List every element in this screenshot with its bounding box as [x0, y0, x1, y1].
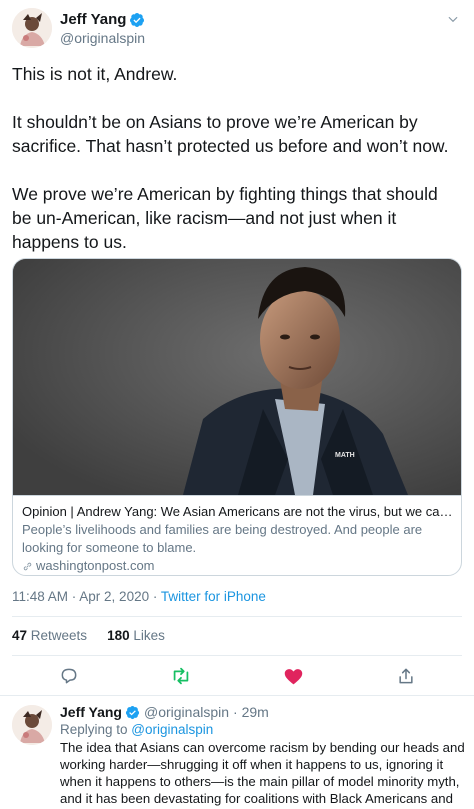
author-handle[interactable]: @originalspin [60, 30, 145, 46]
retweets-label: Retweets [27, 628, 88, 643]
share-icon [399, 668, 413, 684]
action-bar [12, 664, 462, 690]
tweet-paragraph: We prove we’re American by fighting thin… [12, 184, 438, 252]
link-icon [23, 562, 32, 570]
card-image: MATH [13, 259, 461, 495]
link-card[interactable]: MATH Opinion | Andrew Yang: We Asian Ame… [12, 258, 462, 576]
retweet-button[interactable] [169, 664, 193, 688]
retweets-count: 47 [12, 628, 28, 643]
reply-author-name[interactable]: Jeff Yang [60, 704, 122, 720]
tweet-paragraph: It shouldn’t be on Asians to prove we’re… [12, 112, 449, 156]
divider [12, 655, 462, 656]
tweet-paragraph: This is not it, Andrew. [12, 64, 178, 84]
replying-to-handle[interactable]: @originalspin [131, 722, 213, 737]
author-name[interactable]: Jeff Yang [60, 11, 126, 28]
avatar[interactable] [12, 8, 52, 48]
likes-stat[interactable]: 180 Likes [107, 628, 165, 643]
card-body: Opinion | Andrew Yang: We Asian American… [13, 495, 461, 575]
tweet-stats: 47 Retweets 180 Likes [12, 628, 185, 643]
card-description: People’s livelihoods and families are be… [22, 522, 423, 555]
tweet-text: This is not it, Andrew. It shouldn’t be … [12, 62, 462, 254]
chevron-down-icon[interactable] [446, 12, 460, 26]
tweet-meta: 11:48 AM · Apr 2, 2020 · Twitter for iPh… [12, 589, 266, 604]
likes-count: 180 [107, 628, 130, 643]
reply-icon [61, 668, 77, 684]
retweets-stat[interactable]: 47 Retweets [12, 628, 87, 643]
heart-icon [284, 668, 302, 684]
reply-author-handle[interactable]: @originalspin [144, 704, 229, 720]
divider [0, 695, 474, 696]
reply-text: The idea that Asians can overcome racism… [60, 740, 465, 809]
retweet-icon [173, 667, 189, 685]
replying-to: Replying to @originalspin [60, 722, 213, 737]
share-button[interactable] [394, 664, 418, 688]
author-row: Jeff Yang [60, 11, 145, 28]
like-button[interactable] [281, 664, 305, 688]
timestamp[interactable]: 11:48 AM · Apr 2, 2020 · [12, 589, 161, 604]
verified-badge-icon [130, 12, 145, 27]
source-link[interactable]: Twitter for iPhone [161, 589, 266, 604]
card-domain[interactable]: washingtonpost.com [22, 557, 454, 575]
verified-badge-icon [125, 705, 140, 719]
avatar[interactable] [12, 705, 52, 745]
card-title[interactable]: Opinion | Andrew Yang: We Asian American… [22, 503, 454, 521]
card-domain-text: washingtonpost.com [36, 558, 155, 573]
likes-label: Likes [129, 628, 165, 643]
reply-time[interactable]: · 29m [233, 704, 269, 720]
reply-button[interactable] [57, 664, 81, 688]
tweet-header: Jeff Yang @originalspin [12, 8, 462, 52]
reply-header: Jeff Yang @originalspin · 29m [60, 704, 269, 720]
divider [12, 616, 462, 617]
reply-tweet[interactable]: Jeff Yang @originalspin · 29m Replying t… [0, 701, 474, 809]
shirt-text: MATH [335, 452, 355, 459]
replying-to-label: Replying to [60, 722, 132, 737]
